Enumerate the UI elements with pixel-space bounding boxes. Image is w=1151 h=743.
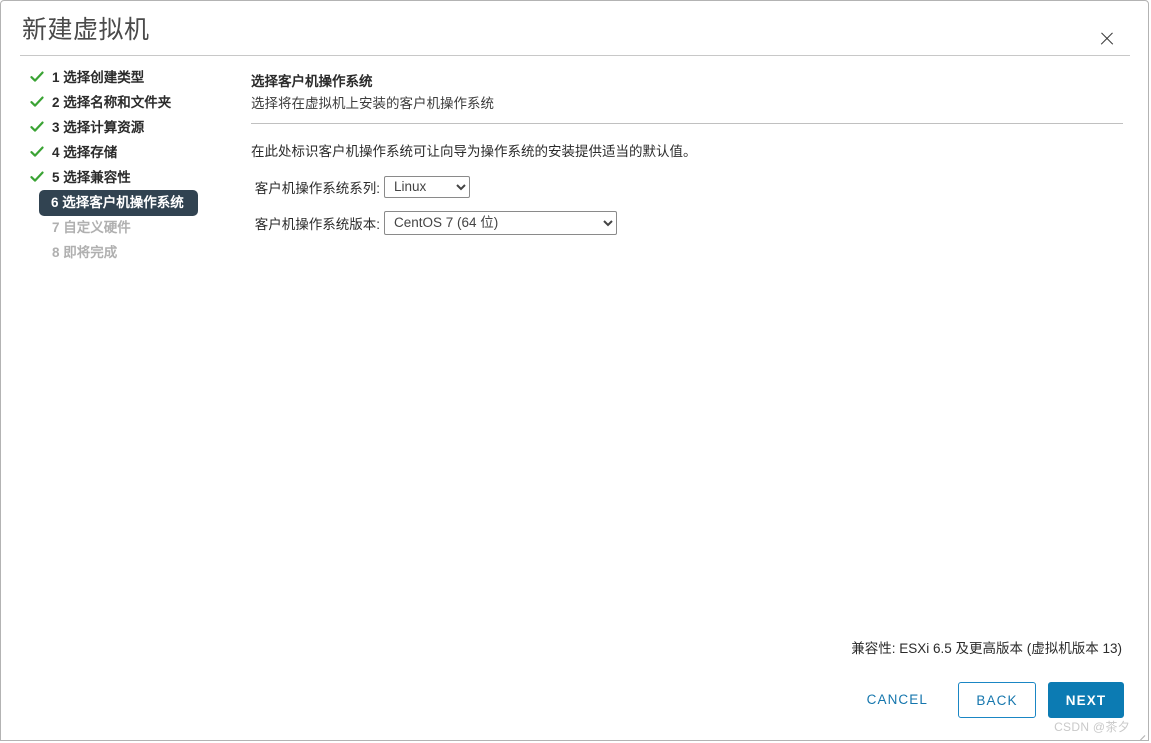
new-vm-wizard-window: 新建虚拟机 1 选择创建类型 2 选择名称和文件夹 3 选择计算资源 4 选择存… (0, 0, 1149, 741)
footer-actions: CANCEL BACK NEXT (845, 682, 1124, 718)
compatibility-text: 兼容性: ESXi 6.5 及更高版本 (虚拟机版本 13) (851, 641, 1122, 656)
cancel-button[interactable]: CANCEL (845, 682, 950, 718)
guest-os-family-select[interactable]: Linux (384, 176, 470, 198)
sidebar-step-1[interactable]: 1 选择创建类型 (1, 65, 247, 90)
sidebar-step-2[interactable]: 2 选择名称和文件夹 (1, 90, 247, 115)
guest-os-version-select[interactable]: CentOS 7 (64 位) (384, 211, 617, 235)
guest-os-family-label: 客户机操作系统系列: (254, 181, 380, 196)
section-heading: 选择客户机操作系统 (251, 74, 373, 89)
guest-os-version-label: 客户机操作系统版本: (254, 217, 380, 232)
sidebar-step-5[interactable]: 5 选择兼容性 (1, 165, 247, 190)
guest-os-family-row: 客户机操作系统系列: Linux (251, 176, 1124, 198)
page-title: 新建虚拟机 (22, 16, 150, 44)
wizard-steps: 1 选择创建类型 2 选择名称和文件夹 3 选择计算资源 4 选择存储 5 选择 (1, 65, 247, 265)
sidebar-step-label: 1 选择创建类型 (52, 70, 145, 85)
title-bar: 新建虚拟机 (1, 1, 1148, 55)
title-divider (20, 55, 1130, 56)
next-button[interactable]: NEXT (1048, 682, 1124, 718)
sidebar-step-6[interactable]: 6 选择客户机操作系统 (1, 189, 247, 216)
check-icon (30, 120, 44, 134)
section-subheading: 选择将在虚拟机上安装的客户机操作系统 (251, 96, 494, 111)
check-icon (30, 95, 44, 109)
sidebar-step-7[interactable]: 7 自定义硬件 (1, 215, 247, 240)
resize-grip[interactable] (1135, 727, 1146, 740)
sidebar-step-4[interactable]: 4 选择存储 (1, 140, 247, 165)
sidebar-step-label: 3 选择计算资源 (52, 120, 145, 135)
sidebar-step-label: 5 选择兼容性 (52, 170, 131, 185)
section-divider (251, 123, 1123, 124)
sidebar-step-3[interactable]: 3 选择计算资源 (1, 115, 247, 140)
guest-os-version-row: 客户机操作系统版本: CentOS 7 (64 位) (251, 211, 1124, 235)
watermark: CSDN @茶夕 (1054, 720, 1130, 734)
check-icon (30, 70, 44, 84)
back-button[interactable]: BACK (958, 682, 1036, 718)
sidebar-step-label: 2 选择名称和文件夹 (52, 95, 172, 110)
main-content: 选择客户机操作系统 选择将在虚拟机上安装的客户机操作系统 在此处标识客户机操作系… (251, 65, 1124, 235)
check-icon (30, 170, 44, 184)
sidebar-step-label: 8 即将完成 (52, 245, 118, 260)
close-icon[interactable] (1098, 30, 1116, 48)
sidebar-step-8[interactable]: 8 即将完成 (1, 240, 247, 265)
hint-text: 在此处标识客户机操作系统可让向导为操作系统的安装提供适当的默认值。 (251, 144, 697, 159)
check-icon (30, 145, 44, 159)
sidebar-step-label: 7 自定义硬件 (52, 220, 131, 235)
sidebar-step-label: 6 选择客户机操作系统 (39, 189, 198, 216)
